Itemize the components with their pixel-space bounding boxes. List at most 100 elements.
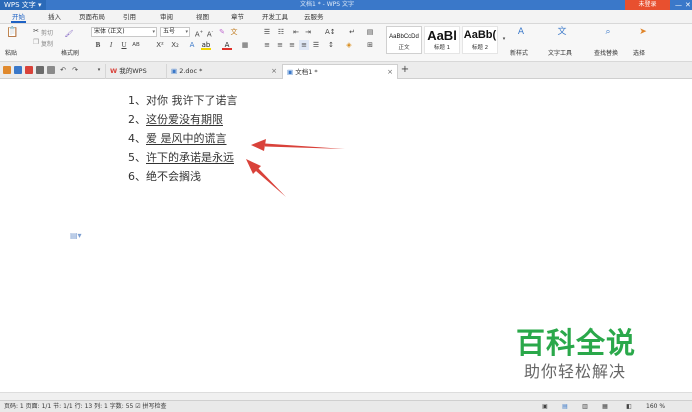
select-cursor-icon[interactable]: ➤ [638, 27, 648, 37]
outline-view-icon[interactable]: ▥ [580, 402, 590, 412]
underline-button[interactable]: U [119, 40, 129, 50]
close-tab-icon[interactable]: × [271, 64, 277, 78]
style-heading-1[interactable]: AaBl 标题 1 [424, 26, 460, 54]
clear-format-icon[interactable]: ✎ [217, 27, 227, 37]
format-painter-button[interactable]: 格式刷 [61, 48, 79, 57]
text-tools-icon[interactable]: 文 [557, 27, 567, 37]
find-icon[interactable]: ⌕ [603, 27, 613, 37]
phonetic-icon[interactable]: 文 [229, 27, 239, 37]
login-button[interactable]: 未登录 [625, 0, 670, 10]
close-tab-icon[interactable]: × [387, 65, 393, 79]
paste-options-icon[interactable]: ▤▾ [70, 231, 82, 240]
arrow-shaft [256, 168, 286, 197]
tab-developer[interactable]: 开发工具 [262, 10, 288, 24]
select-button[interactable]: 选择 [633, 48, 645, 57]
numbering-icon[interactable]: ☷ [276, 27, 286, 37]
close-window-icon[interactable]: ✕ [685, 0, 691, 10]
page-view-icon[interactable]: ▤ [560, 402, 570, 412]
subscript-icon[interactable]: X₂ [170, 40, 180, 50]
justify-icon[interactable]: ≡ [299, 40, 309, 50]
new-style-button[interactable]: 新样式 [510, 48, 528, 57]
document-page[interactable]: 1、对你 我许下了诺言 2、这份爱没有期限 4、爱 是风中的谎言 5、许下的承诺… [0, 79, 692, 392]
tab-home[interactable]: 开始 [11, 10, 26, 24]
new-tab-icon[interactable]: + [400, 65, 410, 75]
doc-tab-label: 2.doc * [179, 67, 203, 75]
watermark-subtitle: 助你轻松解决 [524, 362, 627, 381]
align-left-icon[interactable]: ≡ [262, 40, 272, 50]
line-spacing-icon[interactable]: ↕ [326, 40, 336, 50]
font-size-value: 五号 [163, 28, 176, 35]
borders-icon[interactable]: ⊞ [365, 40, 375, 50]
tab-chapter[interactable]: 章节 [231, 10, 244, 24]
indent-icon[interactable]: ⇥ [303, 27, 313, 37]
table-icon[interactable]: ▤ [365, 27, 375, 37]
cut-icon[interactable]: ✂ [31, 26, 41, 36]
font-size-select[interactable]: 五号 ▾ [160, 27, 190, 37]
align-right-icon[interactable]: ≡ [287, 40, 297, 50]
style-name: 正文 [398, 45, 410, 51]
customize-dropdown-icon[interactable]: ▾ [94, 65, 104, 75]
char-shading-icon[interactable]: ▦ [240, 40, 250, 50]
align-center-icon[interactable]: ≡ [275, 40, 285, 50]
copy-icon[interactable]: ❐ [31, 37, 41, 47]
new-style-icon[interactable]: A [516, 27, 526, 37]
save-icon[interactable] [14, 66, 22, 74]
grow-font-icon[interactable]: A+ [194, 27, 204, 38]
tab-cloud[interactable]: 云服务 [304, 10, 324, 24]
arrow-head-icon [251, 139, 266, 151]
app-menu-button[interactable]: WPS 文字 ▾ [0, 0, 46, 10]
font-name-select[interactable]: 宋体 (正文) ▾ [91, 27, 157, 37]
text-tools-button[interactable]: 文字工具 [548, 48, 572, 57]
bullets-icon[interactable]: ☰ [262, 27, 272, 37]
distribute-icon[interactable]: ☰ [311, 40, 321, 50]
doc-tab-doc1[interactable]: ▣ 文档1 * × [282, 64, 398, 79]
zoom-fit-icon[interactable]: ◧ [624, 402, 634, 412]
tab-view[interactable]: 视图 [196, 10, 209, 24]
tab-review[interactable]: 审阅 [160, 10, 173, 24]
doc-tab-label: 文档1 * [295, 68, 318, 76]
style-normal[interactable]: AaBbCcDd 正文 [386, 26, 422, 54]
tab-page-layout[interactable]: 页面布局 [79, 10, 105, 24]
style-heading-2[interactable]: AaBb( 标题 2 [462, 26, 498, 54]
doc-tab-mywps[interactable]: W 我的WPS [105, 64, 165, 79]
highlight-icon[interactable]: ab [201, 40, 211, 50]
show-marks-icon[interactable]: ↵ [347, 27, 357, 37]
paste-button[interactable]: 粘贴 [5, 48, 17, 57]
undo-icon[interactable]: ↶ [58, 65, 68, 75]
tab-references[interactable]: 引用 [123, 10, 136, 24]
shrink-font-icon[interactable]: A- [205, 27, 215, 38]
copy-button[interactable]: 复制 [41, 39, 53, 48]
style-name: 标题 2 [471, 45, 489, 51]
view-mode-icon[interactable]: ▣ [540, 402, 550, 412]
shading-icon[interactable]: ◈ [344, 40, 354, 50]
wps-logo-icon: W [110, 67, 118, 75]
zoom-level[interactable]: 160 % [646, 401, 665, 412]
tab-insert[interactable]: 插入 [48, 10, 61, 24]
paste-icon[interactable]: 📋 [6, 28, 18, 38]
print-preview-icon[interactable] [47, 66, 55, 74]
bold-button[interactable]: B [93, 40, 103, 50]
web-view-icon[interactable]: ▦ [600, 402, 610, 412]
find-replace-button[interactable]: 查找替换 [594, 48, 618, 57]
superscript-icon[interactable]: X² [155, 40, 165, 50]
strikethrough-icon[interactable]: AB [131, 40, 141, 50]
cut-button[interactable]: 剪切 [41, 28, 53, 37]
font-name-value: 宋体 (正文) [94, 28, 125, 35]
horizontal-scrollbar[interactable] [0, 392, 692, 400]
sort-icon[interactable]: A↕ [325, 27, 336, 37]
print-icon[interactable] [36, 66, 44, 74]
minimize-icon[interactable]: — [675, 0, 682, 10]
styles-more-icon[interactable]: ▾ [499, 34, 509, 44]
text-effect-icon[interactable]: A [187, 40, 197, 50]
status-bar: 页码: 1 页面: 1/1 节: 1/1 行: 13 列: 1 字数: 55 ☑… [0, 400, 692, 412]
style-preview: AaBb( [463, 29, 497, 41]
open-icon[interactable] [3, 66, 11, 74]
italic-button[interactable]: I [106, 40, 116, 50]
outdent-icon[interactable]: ⇤ [291, 27, 301, 37]
format-painter-icon[interactable]: 🖌 [64, 29, 74, 39]
redo-icon[interactable]: ↷ [70, 65, 80, 75]
export-pdf-icon[interactable] [25, 66, 33, 74]
style-preview: AaBl [427, 28, 457, 43]
font-color-icon[interactable]: A [222, 40, 232, 50]
doc-tab-2doc[interactable]: ▣ 2.doc * × [166, 64, 281, 79]
